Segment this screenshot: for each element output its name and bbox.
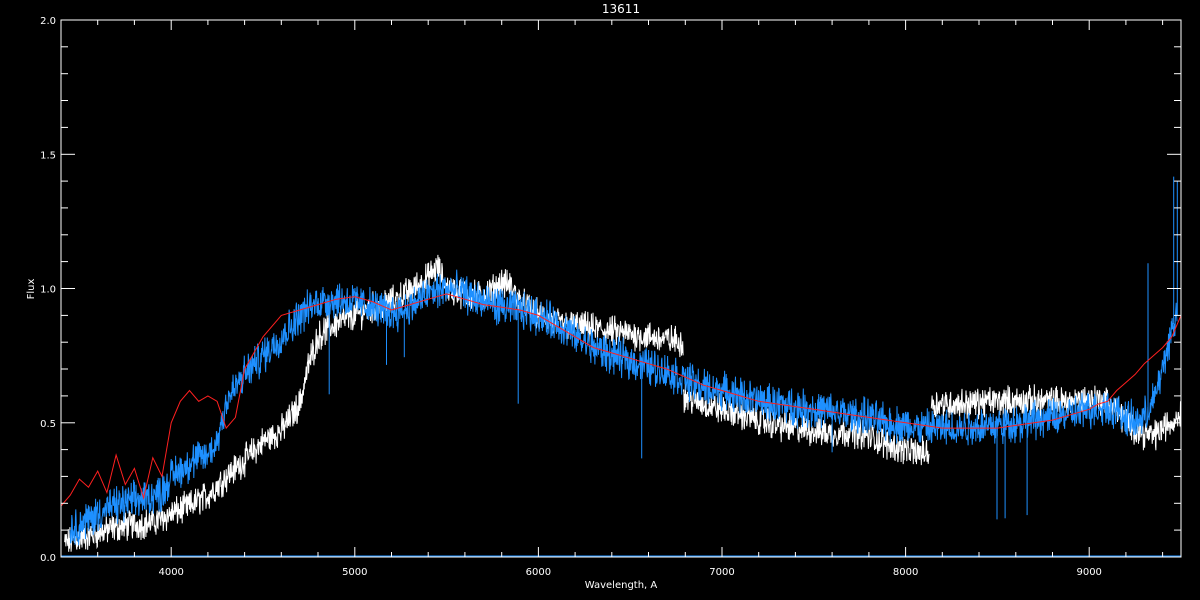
y-axis-label: Flux (26, 279, 37, 300)
chart-title: 13611 (602, 2, 640, 16)
x-tick-label: 9000 (1076, 567, 1101, 578)
x-tick-label: 8000 (893, 567, 918, 578)
y-tick-label: 1.5 (40, 150, 56, 161)
y-tick-label: 0.5 (40, 419, 56, 430)
y-tick-label: 2.0 (40, 16, 56, 27)
x-tick-label: 7000 (709, 567, 734, 578)
x-axis-label: Wavelength, A (585, 580, 658, 591)
y-tick-label: 0.0 (40, 553, 56, 564)
spectrum-chart: 4000 5000 6000 7000 8000 90000.00.51.01.52.0 … (0, 0, 1200, 600)
x-tick-label: 5000 (342, 567, 367, 578)
x-tick-label: 6000 (526, 567, 551, 578)
y-tick-label: 1.0 (40, 285, 56, 296)
x-tick-label: 4000 (158, 567, 183, 578)
